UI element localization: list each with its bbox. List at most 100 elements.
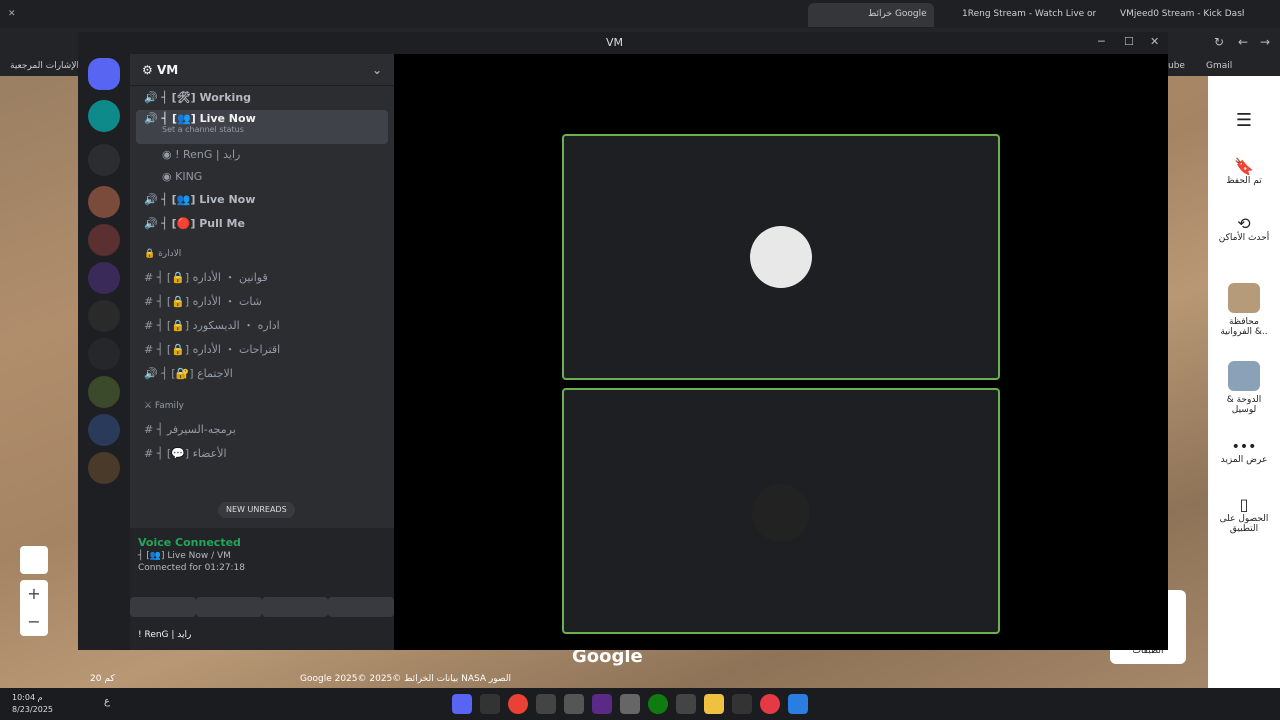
close-icon[interactable]: ✕ bbox=[1150, 35, 1159, 48]
place-thumbnail bbox=[1228, 283, 1260, 313]
get-app[interactable]: ▯ الحصول على التطبيق bbox=[1208, 495, 1280, 534]
youtube-bookmark[interactable]: ube bbox=[1168, 61, 1185, 71]
saved-item[interactable]: 🔖 تم الحفظ bbox=[1208, 157, 1280, 186]
server-icon[interactable] bbox=[88, 262, 120, 294]
text-channel[interactable]: # ┤ [🔒] اقتراحات ・ الأداره bbox=[130, 338, 394, 362]
vm-server-icon[interactable] bbox=[88, 338, 120, 370]
zoom-controls[interactable]: + − bbox=[20, 580, 48, 636]
browser-tab-strip: ✕ خرائط Google 1Reng Stream - Watch Live… bbox=[0, 0, 1280, 28]
channel-sidebar: ⚙ VM ⌄ 🔊 ┤ [🛠] Working 🔊 ┤ [👥] Live Now S… bbox=[130, 54, 394, 650]
app-taskbar-icon[interactable] bbox=[732, 694, 752, 714]
participant-tile[interactable] bbox=[562, 388, 1000, 634]
taskbar: 10:04 م 8/23/2025 ع bbox=[0, 688, 1280, 720]
text-channel[interactable]: # ┤ [🔒] قوانين ・ الأداره bbox=[130, 266, 394, 290]
voice-channel-pull-me[interactable]: 🔊 ┤ [🔴] Pull Me bbox=[130, 212, 394, 236]
app-taskbar-icon[interactable] bbox=[536, 694, 556, 714]
window-title: VM bbox=[606, 36, 624, 49]
app-taskbar-icon[interactable] bbox=[676, 694, 696, 714]
server-icon[interactable] bbox=[88, 300, 120, 332]
map-copyright: Google 2025© بيانات الخرائط ©2025 NASA ا… bbox=[300, 674, 511, 684]
bookmark-icon: 🔖 bbox=[1234, 157, 1254, 176]
tab-label: VMjeed0 Stream - Kick Dashbo bbox=[1120, 9, 1244, 19]
reload-icon[interactable]: ↻ bbox=[1214, 35, 1224, 49]
history-icon: ⟲ bbox=[1237, 214, 1251, 233]
voice-channel-path[interactable]: ┤ [👥] Live Now / VM bbox=[130, 549, 394, 563]
voice-user[interactable]: ◉ KING bbox=[130, 166, 394, 188]
tab-label: 1Reng Stream - Watch Live on bbox=[962, 9, 1096, 19]
category-admin[interactable]: 🔒 الادارة bbox=[130, 242, 394, 266]
server-icon[interactable] bbox=[88, 186, 120, 218]
server-icon[interactable] bbox=[88, 376, 120, 408]
text-channel[interactable]: # ┤ [💬] الأعضاء bbox=[130, 442, 394, 466]
windows-start-icon[interactable] bbox=[788, 694, 808, 714]
gmail-bookmark[interactable]: Gmail bbox=[1206, 61, 1232, 71]
tab-google-maps[interactable]: خرائط Google bbox=[808, 3, 934, 27]
voice-connected-label: Voice Connected bbox=[138, 536, 241, 549]
maps-side-panel: ☰ 🔖 تم الحفظ ⟲ أحدث الأماكن محافظة الفروان… bbox=[1208, 76, 1280, 688]
clock[interactable]: 10:04 م 8/23/2025 bbox=[12, 692, 53, 716]
participant-tile[interactable] bbox=[562, 134, 1000, 380]
camera-button[interactable] bbox=[130, 597, 196, 617]
maximize-icon[interactable]: ☐ bbox=[1124, 35, 1134, 48]
user-panel: ! RenG | رايد bbox=[130, 628, 394, 650]
app-taskbar-icon[interactable] bbox=[760, 694, 780, 714]
discord-window: VM ─ ☐ ✕ ⚙ VM ⌄ 🔊 ┤ [🛠] Working 🔊 ┤ [👥] L… bbox=[78, 32, 1168, 650]
recent-place-farwaniya[interactable]: محافظة الفروانية &.. bbox=[1208, 283, 1280, 337]
server-name: VM bbox=[156, 63, 179, 77]
phone-icon: ▯ bbox=[1239, 495, 1249, 514]
discord-home-icon[interactable] bbox=[88, 58, 120, 90]
connected-label: Connected for bbox=[138, 563, 202, 573]
menu-icon[interactable]: ☰ bbox=[1208, 110, 1280, 131]
minimize-icon[interactable]: ─ bbox=[1098, 35, 1105, 48]
connected-timer: 01:27:18 bbox=[204, 563, 245, 573]
text-channel[interactable]: # ┤ برمجه-السيرفر bbox=[130, 418, 394, 442]
text-channel[interactable]: # ┤ [🔒] شات ・ الأداره bbox=[130, 290, 394, 314]
voice-user[interactable]: ◉ ! RenG | رايد bbox=[130, 144, 394, 166]
category-family[interactable]: ⚔ Family bbox=[130, 394, 394, 418]
server-icon[interactable] bbox=[88, 224, 120, 256]
forward-icon[interactable]: → bbox=[1260, 35, 1270, 49]
stream-stage bbox=[394, 54, 1168, 650]
app-taskbar-icon[interactable] bbox=[592, 694, 612, 714]
channel-status[interactable]: Set a channel status bbox=[144, 125, 380, 134]
username[interactable]: ! RenG | رايد bbox=[138, 630, 191, 640]
soundboard-button[interactable] bbox=[328, 597, 394, 617]
app-taskbar-icon[interactable] bbox=[564, 694, 584, 714]
voice-channel-live-now[interactable]: 🔊 ┤ [👥] Live Now bbox=[130, 188, 394, 212]
app-taskbar-icon[interactable] bbox=[480, 694, 500, 714]
place-thumbnail bbox=[1228, 361, 1260, 391]
discord-taskbar-icon[interactable] bbox=[452, 694, 472, 714]
back-icon[interactable]: ← bbox=[1238, 35, 1248, 49]
more-icon: ••• bbox=[1231, 439, 1257, 455]
participant-avatar bbox=[750, 226, 812, 288]
folder-icon[interactable] bbox=[88, 144, 120, 176]
participant-avatar bbox=[752, 484, 810, 542]
close-window-icon[interactable]: ✕ bbox=[8, 0, 22, 28]
show-more[interactable]: ••• عرض المزيد bbox=[1208, 439, 1280, 465]
recent-place-doha[interactable]: الدوحة & لوسيل bbox=[1208, 361, 1280, 415]
screen-share-button[interactable] bbox=[196, 597, 262, 617]
activity-button[interactable] bbox=[262, 597, 328, 617]
voice-channel-live-now-active[interactable]: 🔊 ┤ [👥] Live Now Set a channel status bbox=[136, 110, 388, 144]
server-icon[interactable] bbox=[88, 452, 120, 484]
server-icon[interactable] bbox=[88, 100, 120, 132]
tab-reng-stream[interactable]: 1Reng Stream - Watch Live on bbox=[946, 0, 1096, 28]
file-explorer-icon[interactable] bbox=[704, 694, 724, 714]
discord-titlebar: VM ─ ☐ ✕ bbox=[78, 32, 1168, 54]
server-icon[interactable] bbox=[88, 414, 120, 446]
my-location-button[interactable] bbox=[20, 546, 48, 574]
server-list bbox=[78, 54, 130, 650]
settings-taskbar-icon[interactable] bbox=[620, 694, 640, 714]
text-channel[interactable]: # ┤ [🔒] اداره ・ الديسكورد bbox=[130, 314, 394, 338]
taskbar-apps bbox=[452, 694, 832, 714]
chrome-taskbar-icon[interactable] bbox=[508, 694, 528, 714]
voice-channel-working[interactable]: 🔊 ┤ [🛠] Working bbox=[130, 86, 394, 110]
xbox-taskbar-icon[interactable] bbox=[648, 694, 668, 714]
recent-item[interactable]: ⟲ أحدث الأماكن bbox=[1208, 214, 1280, 243]
tab-vmjeed-dashboard[interactable]: VMjeed0 Stream - Kick Dashbo bbox=[1104, 0, 1244, 28]
new-unreads-pill[interactable]: NEW UNREADS bbox=[218, 502, 295, 518]
voice-channel-meeting[interactable]: 🔊 ┤ [🔐] الاجتماع bbox=[130, 362, 394, 386]
language-indicator[interactable]: ع bbox=[104, 696, 110, 707]
server-header[interactable]: ⚙ VM ⌄ bbox=[130, 54, 394, 86]
scale-bar: 20 كم bbox=[90, 674, 115, 684]
